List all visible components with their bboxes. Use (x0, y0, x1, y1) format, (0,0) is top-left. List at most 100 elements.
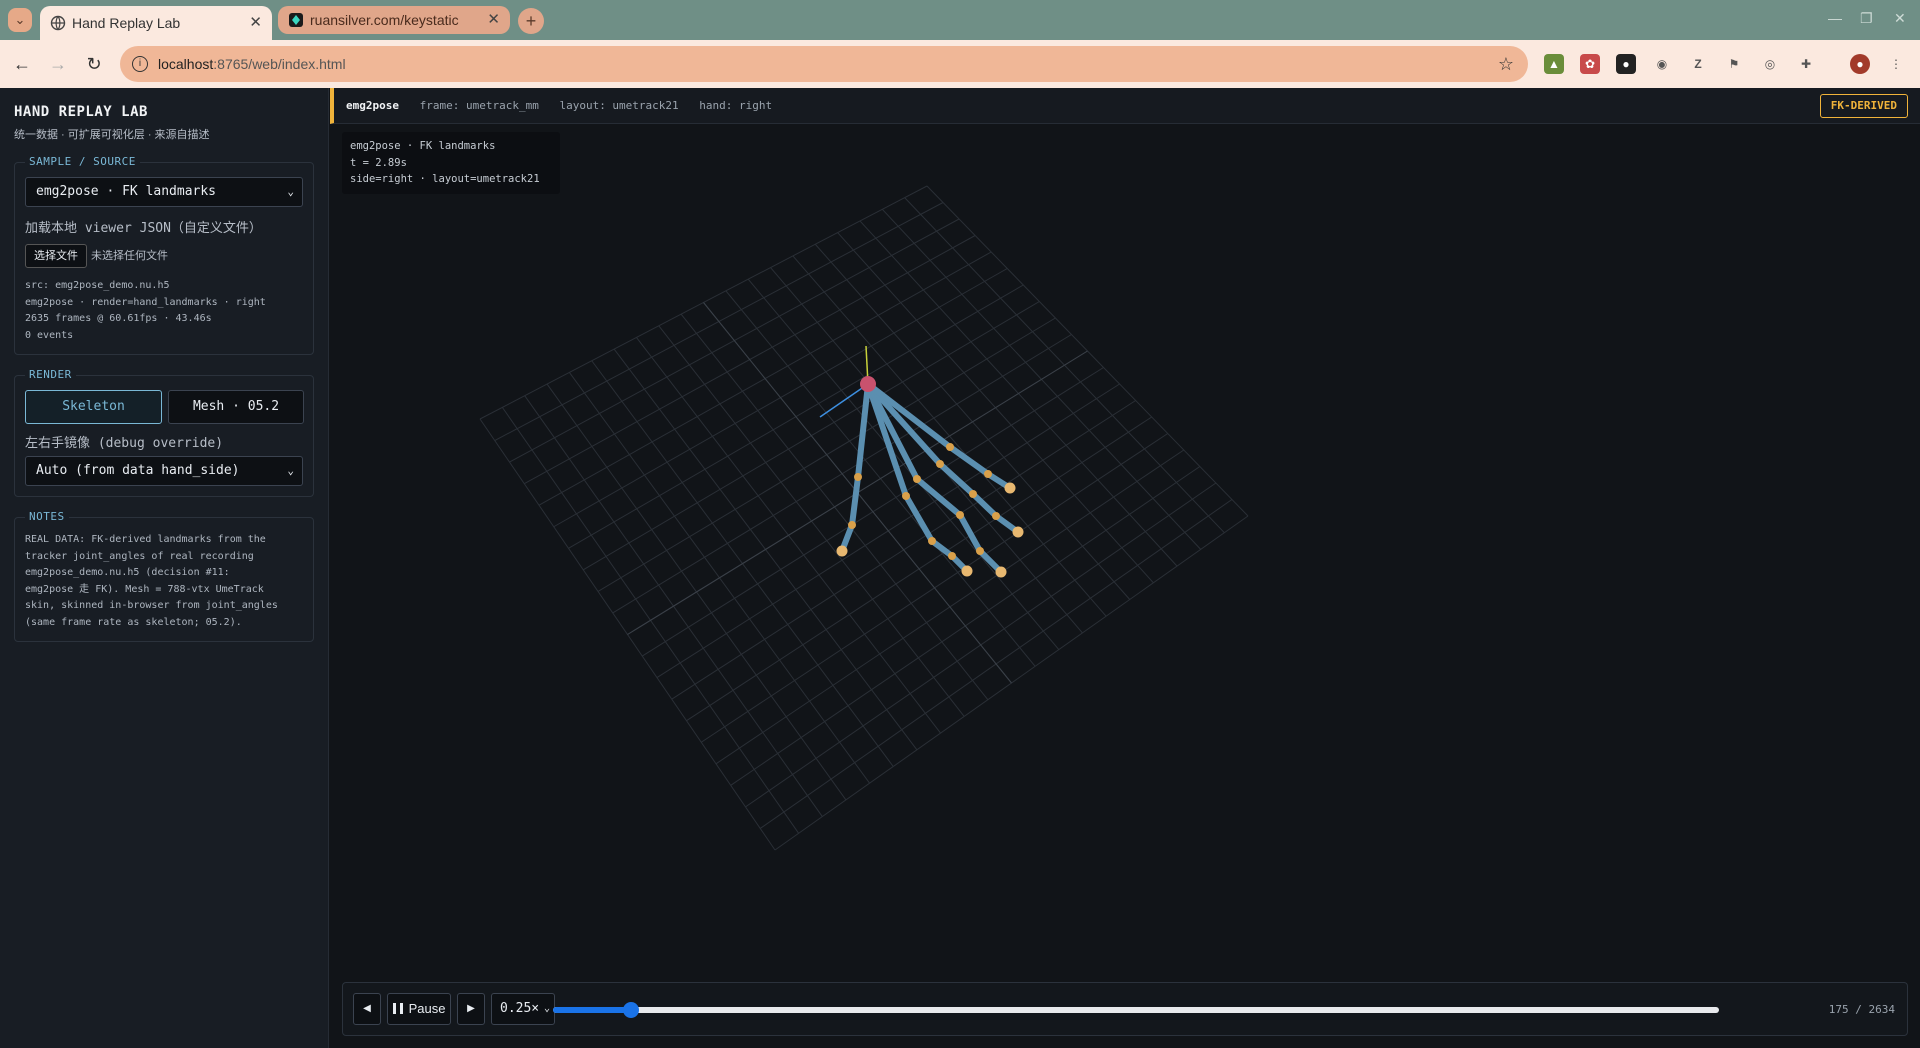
close-tab-icon[interactable]: ✕ (249, 6, 262, 40)
finger-joint (913, 475, 921, 483)
tab-search-chevron-icon[interactable]: ⌄ (8, 8, 32, 32)
overlay-line: side=right · layout=umetrack21 (350, 173, 540, 185)
menu-kebab-icon[interactable]: ⋮ (1886, 54, 1906, 74)
app-title: HAND REPLAY LAB (14, 104, 148, 120)
choose-file-button[interactable]: 选择文件 (25, 244, 87, 268)
profile-avatar[interactable]: ● (1850, 54, 1870, 74)
sample-select[interactable]: emg2pose · FK landmarks ⌄ (25, 177, 303, 207)
pause-icon (392, 1003, 403, 1014)
bookmark-star-icon[interactable]: ☆ (1498, 46, 1514, 82)
finger-joint (854, 473, 862, 481)
mirror-select[interactable]: Auto (from data hand_side) ⌄ (25, 456, 303, 486)
prev-frame-button[interactable]: ◀ (353, 993, 381, 1025)
puzzle-icon[interactable]: ✚ (1796, 54, 1816, 74)
meta-line: emg2pose · render=hand_landmarks · right (25, 296, 266, 308)
tab-title: ruansilver.com/keystatic (310, 12, 459, 28)
wrist-joint (860, 376, 876, 392)
load-json-label: 加载本地 viewer JSON（自定义文件） (25, 221, 262, 236)
finger-joint (936, 460, 944, 468)
meta-line: 2635 frames @ 60.61fps · 43.46s (25, 313, 212, 324)
info-layout: layout: umetrack21 (559, 99, 679, 112)
source-panel: SAMPLE / SOURCE emg2pose · FK landmarks … (14, 155, 314, 355)
frame-counter: 175 / 2634 (1828, 1003, 1895, 1016)
back-arrow-icon[interactable]: ← (10, 52, 34, 76)
chevron-down-icon: ⌄ (287, 185, 294, 198)
site-info-icon[interactable]: i (132, 56, 148, 72)
keystatic-favicon-icon (289, 13, 303, 27)
notes-line: (same frame rate as skeleton; 05.2). (25, 616, 242, 628)
pause-button[interactable]: Pause (387, 993, 451, 1025)
mirror-label: 左右手镜像 (debug override) (25, 436, 224, 451)
finger-joint (992, 512, 1000, 520)
next-frame-button[interactable]: ▶ (457, 993, 485, 1025)
restore-icon[interactable]: ❐ (1860, 10, 1873, 27)
fk-derived-badge: FK-DERIVED (1819, 94, 1908, 118)
url-host: localhost (158, 56, 214, 72)
info-source: emg2pose (346, 99, 399, 112)
chevron-down-icon: ⌄ (287, 464, 294, 477)
reload-icon[interactable]: ↻ (82, 52, 106, 76)
panel-legend: SAMPLE / SOURCE (25, 155, 140, 168)
finger-joint (969, 490, 977, 498)
pin-icon[interactable]: ⚑ (1724, 54, 1744, 74)
timeline-progress (553, 1007, 631, 1013)
timeline-thumb[interactable] (622, 1002, 639, 1018)
app-root: HAND REPLAY LAB 统一数据 · 可扩展可视化层 · 来源自描述 S… (0, 88, 1920, 1048)
meta-line: src: emg2pose_demo.nu.h5 (25, 280, 170, 291)
info-bar: emg2pose frame: umetrack_mm layout: umet… (330, 88, 1920, 124)
finger-joint (928, 537, 936, 545)
fingertip-joint (1004, 482, 1016, 494)
ground-grid (479, 185, 1249, 851)
sample-select-value: emg2pose · FK landmarks (36, 184, 217, 199)
chevron-down-icon: ⌄ (543, 1003, 550, 1014)
screenshot-icon[interactable]: ◉ (1652, 54, 1672, 74)
fingertip-joint (995, 566, 1007, 578)
browser-toolbar: ← → ↻ i localhost:8765/web/index.html ☆ … (0, 40, 1920, 88)
minimize-icon[interactable]: — (1828, 10, 1842, 26)
file-input[interactable]: 选择文件 未选择任何文件 (25, 244, 303, 268)
finger-bone (937, 461, 976, 497)
tab-hand-replay-lab[interactable]: Hand Replay Lab ✕ (40, 6, 272, 40)
viewer-main: emg2pose frame: umetrack_mm layout: umet… (330, 88, 1920, 1048)
source-meta: src: emg2pose_demo.nu.h5 emg2pose · rend… (25, 278, 303, 344)
fingertip-joint (1012, 526, 1024, 538)
finger-joint (984, 470, 992, 478)
fingertip-joint (961, 565, 973, 577)
ext-multicolor-icon[interactable]: ✿ (1580, 54, 1600, 74)
globe-icon (50, 15, 66, 31)
skeleton-button[interactable]: Skeleton (25, 390, 162, 424)
forward-arrow-icon[interactable]: → (46, 52, 70, 76)
panel-legend: NOTES (25, 510, 69, 523)
close-window-icon[interactable]: ✕ (1894, 10, 1906, 27)
sidebar: HAND REPLAY LAB 统一数据 · 可扩展可视化层 · 来源自描述 S… (0, 88, 329, 1048)
timeline-slider[interactable] (553, 1002, 1719, 1018)
info-hand: hand: right (699, 99, 773, 112)
finger-joint (946, 443, 954, 451)
ext-red-icon[interactable]: ● (1616, 54, 1636, 74)
mesh-button[interactable]: Mesh · 05.2 (168, 390, 304, 424)
z-icon[interactable]: Z (1688, 54, 1708, 74)
playback-bar: ◀ Pause ▶ 0.25× ⌄ 175 / 2634 (342, 982, 1908, 1036)
speed-select[interactable]: 0.25× ⌄ (491, 993, 555, 1025)
fingertip-joint (836, 545, 848, 557)
finger-joint (976, 547, 984, 555)
render-mode-group: Skeleton Mesh · 05.2 (25, 390, 304, 424)
ext-green-icon[interactable]: ▲ (1544, 54, 1564, 74)
app-subtitle: 统一数据 · 可扩展可视化层 · 来源自描述 (14, 129, 210, 141)
notes-panel: NOTES REAL DATA: FK-derived landmarks fr… (14, 510, 314, 642)
tab-keystatic[interactable]: ruansilver.com/keystatic ✕ (278, 6, 510, 34)
address-bar[interactable]: i localhost:8765/web/index.html ☆ (120, 46, 1528, 82)
close-tab-icon[interactable]: ✕ (487, 6, 500, 34)
tab-title: Hand Replay Lab (72, 15, 181, 31)
finger-bone (914, 476, 963, 518)
notes-line: tracker joint_angles of real recording (25, 550, 254, 562)
speed-value: 0.25× (500, 1001, 540, 1016)
finger-bone (957, 512, 983, 554)
finger-joint (948, 552, 956, 560)
finger-bone (849, 474, 861, 528)
finger-joint (902, 492, 910, 500)
3d-viewport[interactable] (330, 124, 1920, 964)
new-tab-plus-icon[interactable]: + (518, 8, 544, 34)
finger-bone (903, 493, 935, 544)
circle-icon[interactable]: ◎ (1760, 54, 1780, 74)
